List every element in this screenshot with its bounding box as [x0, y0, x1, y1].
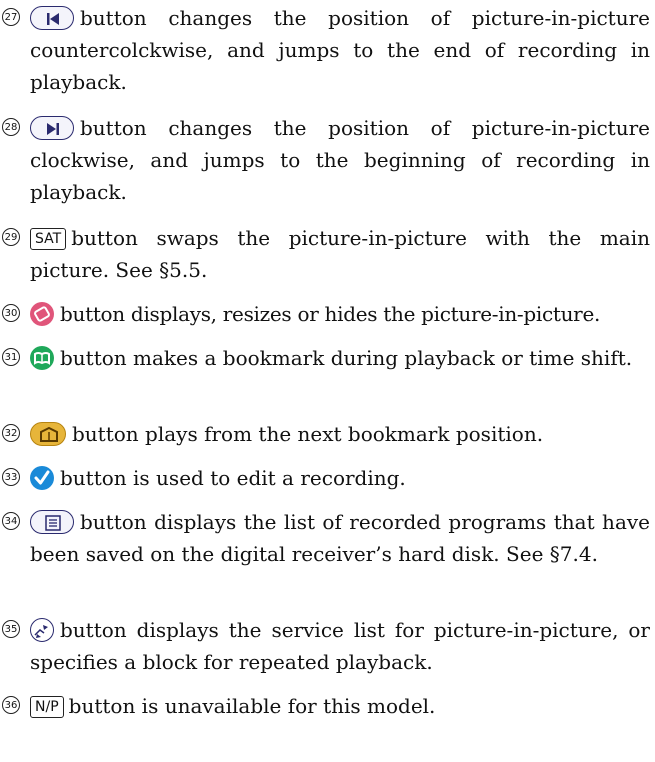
edit-check-icon: [30, 466, 54, 490]
bookmark-icon: [30, 346, 54, 370]
next-bookmark-icon: [30, 422, 66, 446]
item-number: 28: [2, 118, 20, 136]
skip-forward-icon: [30, 116, 74, 140]
np-key-label: N/P: [30, 696, 64, 718]
item-number: 35: [2, 620, 20, 638]
sat-key-label: SAT: [30, 228, 67, 250]
item-text: button makes a bookmark during playback …: [60, 346, 633, 370]
item-number: 27: [2, 8, 20, 26]
service-list-icon: [30, 618, 54, 642]
item-text: button is unavailable for this model.: [68, 694, 436, 718]
skip-back-icon: [30, 6, 74, 30]
item-number: 31: [2, 348, 20, 366]
item-text: button plays from the next bookmark posi…: [72, 422, 544, 446]
item-text: button displays, resizes or hides the pi…: [60, 302, 601, 326]
item-number: 36: [2, 696, 20, 714]
item-number: 29: [2, 228, 20, 246]
item-text: button displays the service list for pic…: [30, 618, 650, 674]
item-text: button displays the list of recorded pro…: [30, 510, 650, 566]
item-text: button is used to edit a recording.: [60, 466, 406, 490]
item-number: 34: [2, 512, 20, 530]
item-text: button changes the position of picture-i…: [30, 116, 650, 204]
item-text: button changes the position of picture-i…: [30, 6, 650, 94]
item-number: 30: [2, 304, 20, 322]
item-number: 33: [2, 468, 20, 486]
pip-icon: [30, 302, 54, 326]
item-text: button swaps the picture-in-picture with…: [30, 226, 650, 282]
list-icon: [30, 510, 74, 534]
item-number: 32: [2, 424, 20, 442]
